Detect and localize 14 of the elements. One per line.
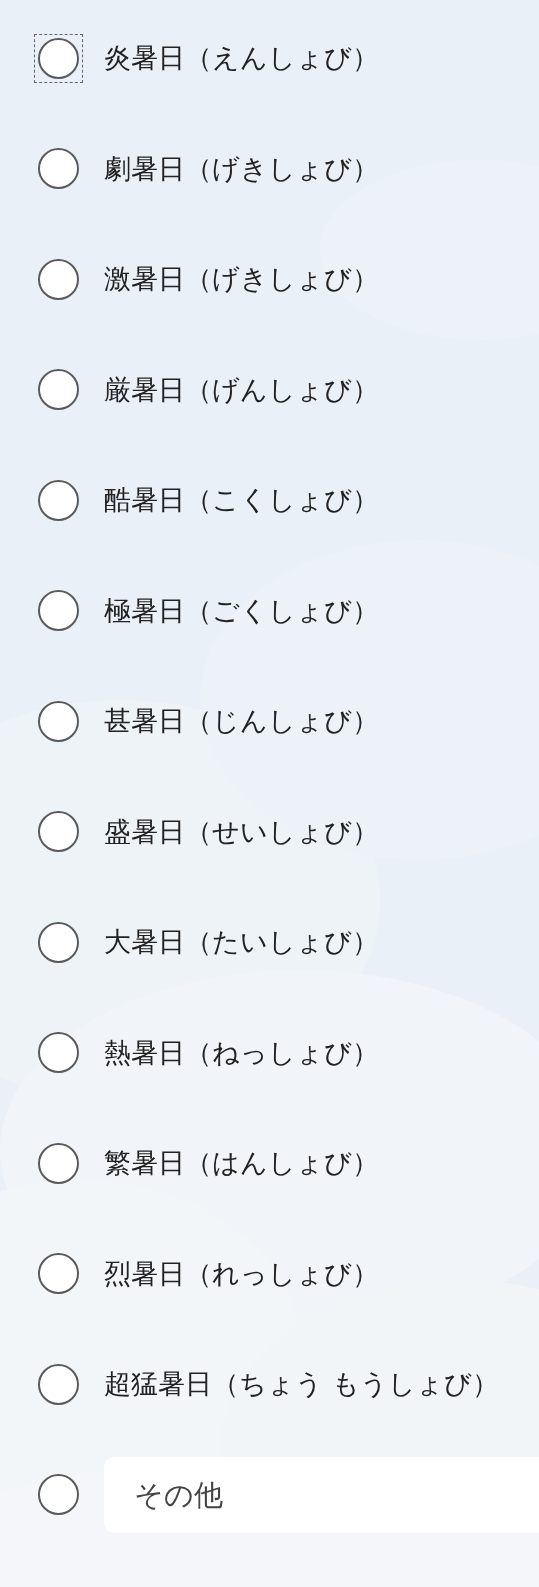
option-label: 繁暑日（はんしょび） — [104, 1146, 379, 1181]
option-label: 盛暑日（せいしょび） — [104, 814, 379, 849]
option-label: 極暑日（ごくしょび） — [104, 593, 379, 628]
option-label: 酷暑日（こくしょび） — [104, 483, 379, 518]
option-label: 劇暑日（げきしょび） — [104, 151, 379, 186]
option-label: 烈暑日（れっしょび） — [104, 1256, 379, 1291]
option-label: 激暑日（げきしょび） — [104, 262, 379, 297]
option-label: 大暑日（たいしょび） — [104, 925, 379, 960]
option-label: 甚暑日（じんしょび） — [104, 704, 379, 739]
option-label: 超猛暑日（ちょう もうしょび） — [104, 1367, 499, 1402]
other-input-field[interactable]: その他 — [104, 1456, 539, 1533]
option-label: 熱暑日（ねっしょび） — [104, 1035, 379, 1070]
option-label: 炎暑日（えんしょび） — [104, 41, 379, 76]
option-label: 厳暑日（げんしょび） — [104, 372, 379, 407]
